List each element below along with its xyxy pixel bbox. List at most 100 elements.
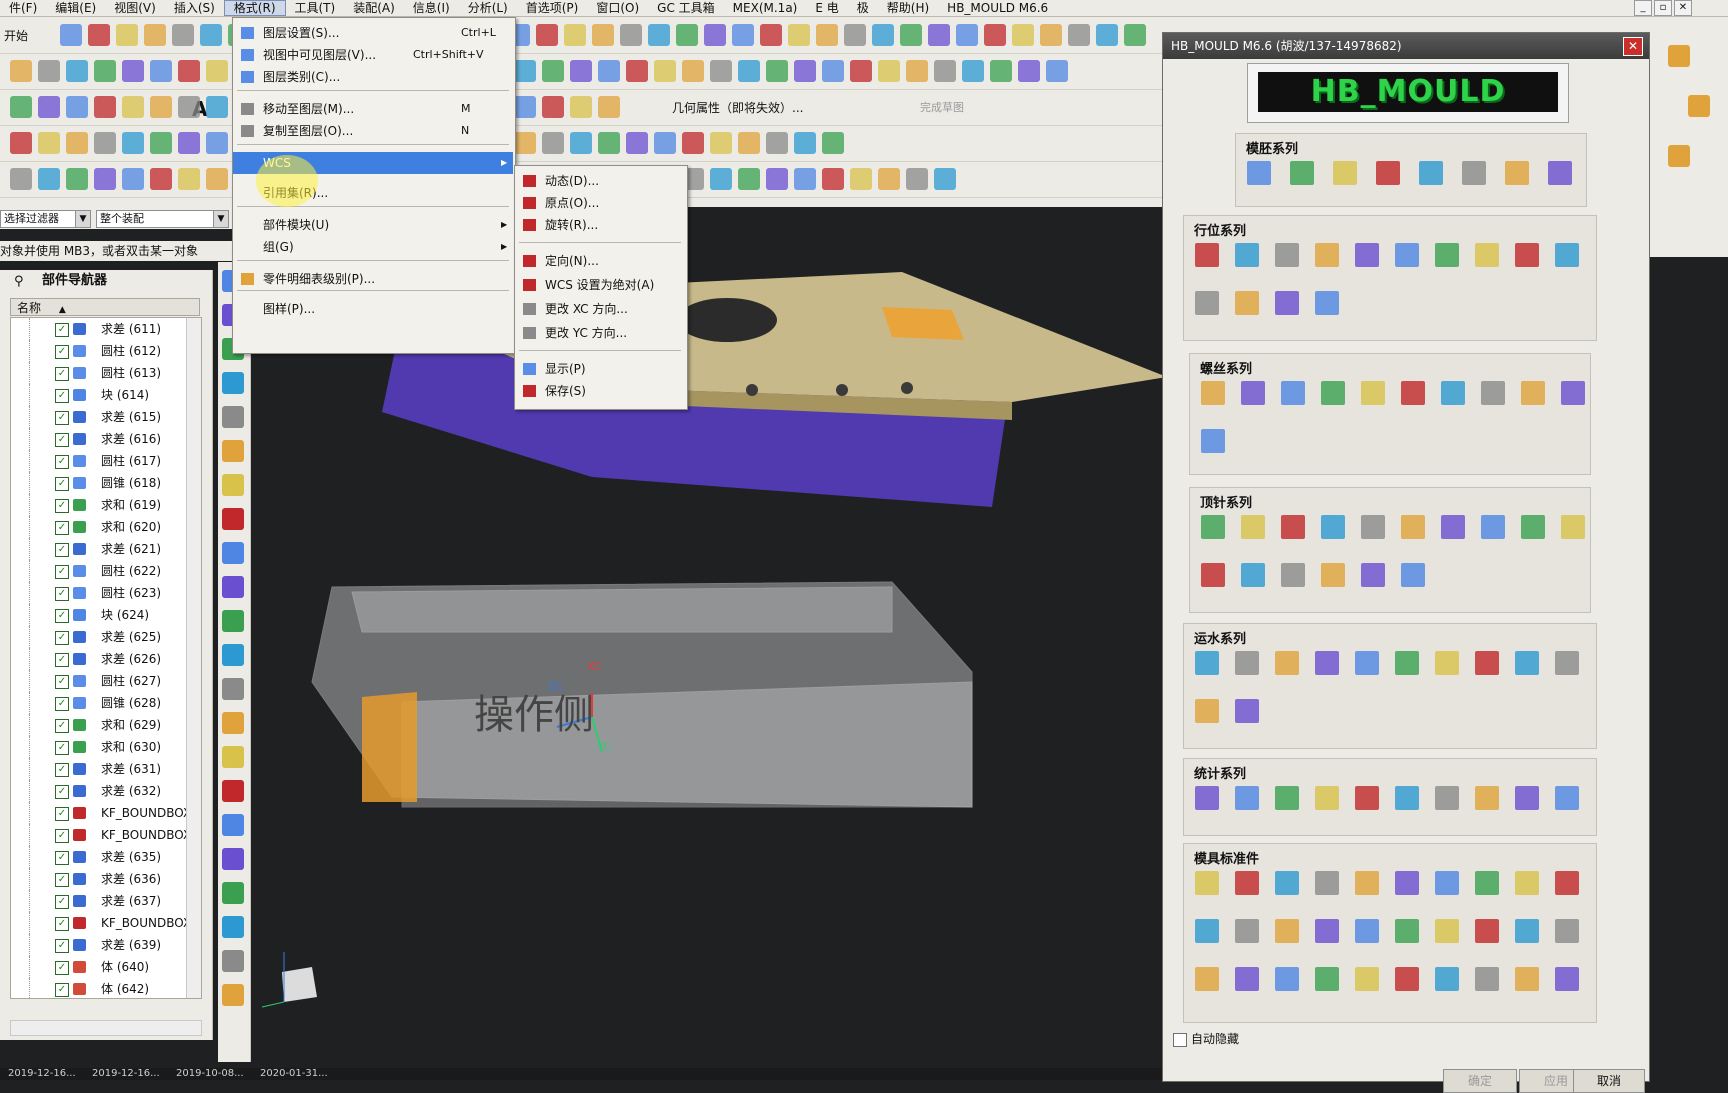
visibility-checkbox[interactable]: ✓ <box>55 367 69 381</box>
close-icon[interactable]: ✕ <box>1623 37 1643 56</box>
toolbar-icon[interactable] <box>570 132 592 154</box>
hb-tool-button[interactable] <box>1318 560 1348 590</box>
visibility-checkbox[interactable]: ✓ <box>55 917 69 931</box>
navigator-row[interactable]: ✓ 求和 (630) <box>11 736 187 758</box>
hb-tool-button[interactable] <box>1438 512 1468 542</box>
toolbar-icon[interactable] <box>738 132 760 154</box>
ok-button[interactable]: 确定 <box>1443 1069 1517 1093</box>
hb-tool-button[interactable] <box>1416 158 1446 188</box>
toolbar-icon[interactable] <box>934 60 956 82</box>
format-menu-item[interactable]: 组(G) ▶ <box>233 236 513 258</box>
visibility-checkbox[interactable]: ✓ <box>55 939 69 953</box>
menu-14[interactable]: 极 <box>848 0 878 16</box>
toolbar-icon[interactable] <box>822 168 844 190</box>
cancel-button[interactable]: 取消 <box>1573 1069 1645 1093</box>
toolbar-icon[interactable] <box>620 24 642 46</box>
navigator-row[interactable]: ✓ 求差 (621) <box>11 538 187 560</box>
hb-tool-button[interactable] <box>1192 916 1222 946</box>
toolbar-icon[interactable] <box>710 132 732 154</box>
toolbar-icon[interactable] <box>906 60 928 82</box>
hb-tool-button[interactable] <box>1312 868 1342 898</box>
assembly-scope-combo[interactable]: 整个装配 ▼ <box>96 210 229 228</box>
format-menu-item[interactable]: 部件模块(U) ▶ <box>233 214 513 236</box>
toolbar-icon[interactable] <box>1668 145 1690 167</box>
hb-tool-button[interactable] <box>1432 916 1462 946</box>
toolbar-icon[interactable] <box>222 814 244 836</box>
format-menu-item[interactable]: 图样(P)... <box>233 298 513 320</box>
navigator-row[interactable]: ✓ 求差 (636) <box>11 868 187 890</box>
menu-5[interactable]: 工具(T) <box>286 0 345 16</box>
horizontal-scrollbar[interactable] <box>10 1020 202 1036</box>
toolbar-icon[interactable] <box>222 644 244 666</box>
graphics-viewport[interactable]: 操作侧 XC ZC YC <box>252 262 1162 1062</box>
hb-tool-button[interactable] <box>1232 868 1262 898</box>
hb-tool-button[interactable] <box>1278 378 1308 408</box>
visibility-checkbox[interactable]: ✓ <box>55 565 69 579</box>
hb-tool-button[interactable] <box>1192 240 1222 270</box>
toolbar-icon[interactable] <box>178 132 200 154</box>
auto-hide-checkbox[interactable]: 自动隐藏 <box>1173 1031 1239 1047</box>
hb-tool-button[interactable] <box>1512 916 1542 946</box>
navigator-row[interactable]: ✓ 块 (614) <box>11 384 187 406</box>
visibility-checkbox[interactable]: ✓ <box>55 653 69 667</box>
visibility-checkbox[interactable]: ✓ <box>55 741 69 755</box>
toolbar-icon[interactable] <box>1668 45 1690 67</box>
close-window-button[interactable]: ✕ <box>1674 0 1692 16</box>
visibility-checkbox[interactable]: ✓ <box>55 345 69 359</box>
toolbar-icon[interactable] <box>626 60 648 82</box>
hb-tool-button[interactable] <box>1459 158 1489 188</box>
toolbar-icon[interactable] <box>542 60 564 82</box>
toolbar-icon[interactable] <box>66 132 88 154</box>
restore-button[interactable]: ▫ <box>1654 0 1672 16</box>
hb-tool-button[interactable] <box>1373 158 1403 188</box>
hb-tool-button[interactable] <box>1312 964 1342 994</box>
toolbar-icon[interactable] <box>542 132 564 154</box>
hb-tool-button[interactable] <box>1392 783 1422 813</box>
hb-tool-button[interactable] <box>1198 378 1228 408</box>
menu-13[interactable]: E 电 <box>806 0 847 16</box>
hb-tool-button[interactable] <box>1552 240 1582 270</box>
visibility-checkbox[interactable]: ✓ <box>55 873 69 887</box>
navigator-row[interactable]: ✓ 圆柱 (623) <box>11 582 187 604</box>
navigator-row[interactable]: ✓ 体 (640) <box>11 956 187 978</box>
toolbar-icon[interactable] <box>1046 60 1068 82</box>
toolbar-icon[interactable] <box>222 916 244 938</box>
visibility-checkbox[interactable]: ✓ <box>55 763 69 777</box>
hb-tool-button[interactable] <box>1232 916 1262 946</box>
hb-tool-button[interactable] <box>1318 378 1348 408</box>
hb-tool-button[interactable] <box>1192 648 1222 678</box>
toolbar-icon[interactable] <box>1012 24 1034 46</box>
visibility-checkbox[interactable]: ✓ <box>55 433 69 447</box>
visibility-checkbox[interactable]: ✓ <box>55 587 69 601</box>
toolbar-icon[interactable] <box>10 132 32 154</box>
toolbar-icon[interactable] <box>648 24 670 46</box>
hb-tool-button[interactable] <box>1312 648 1342 678</box>
hb-tool-button[interactable] <box>1352 916 1382 946</box>
hb-tool-button[interactable] <box>1552 783 1582 813</box>
toolbar-icon[interactable] <box>676 24 698 46</box>
toolbar-icon[interactable] <box>222 406 244 428</box>
hb-tool-button[interactable] <box>1472 648 1502 678</box>
hb-tool-button[interactable] <box>1312 783 1342 813</box>
hb-tool-button[interactable] <box>1392 868 1422 898</box>
menu-0[interactable]: 件(F) <box>0 0 46 16</box>
visibility-checkbox[interactable]: ✓ <box>55 477 69 491</box>
navigator-row[interactable]: ✓ 求差 (637) <box>11 890 187 912</box>
hb-tool-button[interactable] <box>1432 648 1462 678</box>
toolbar-icon[interactable] <box>984 24 1006 46</box>
navigator-row[interactable]: ✓ KF_BOUNDBOX (6 <box>11 802 201 824</box>
toolbar-icon[interactable] <box>766 60 788 82</box>
toolbar-icon[interactable] <box>144 24 166 46</box>
toolbar-icon[interactable] <box>906 168 928 190</box>
toolbar-icon[interactable] <box>738 60 760 82</box>
wcs-menu-item[interactable]: WCS 设置为绝对(A) <box>515 274 685 296</box>
toolbar-icon[interactable] <box>178 168 200 190</box>
navigator-row[interactable]: ✓ 求差 (635) <box>11 846 187 868</box>
toolbar-icon[interactable] <box>626 132 648 154</box>
visibility-checkbox[interactable]: ✓ <box>55 609 69 623</box>
toolbar-icon[interactable] <box>1124 24 1146 46</box>
hb-tool-button[interactable] <box>1472 964 1502 994</box>
finish-sketch-button[interactable]: 完成草图 <box>920 99 964 115</box>
toolbar-icon[interactable] <box>872 24 894 46</box>
toolbar-icon[interactable] <box>788 24 810 46</box>
